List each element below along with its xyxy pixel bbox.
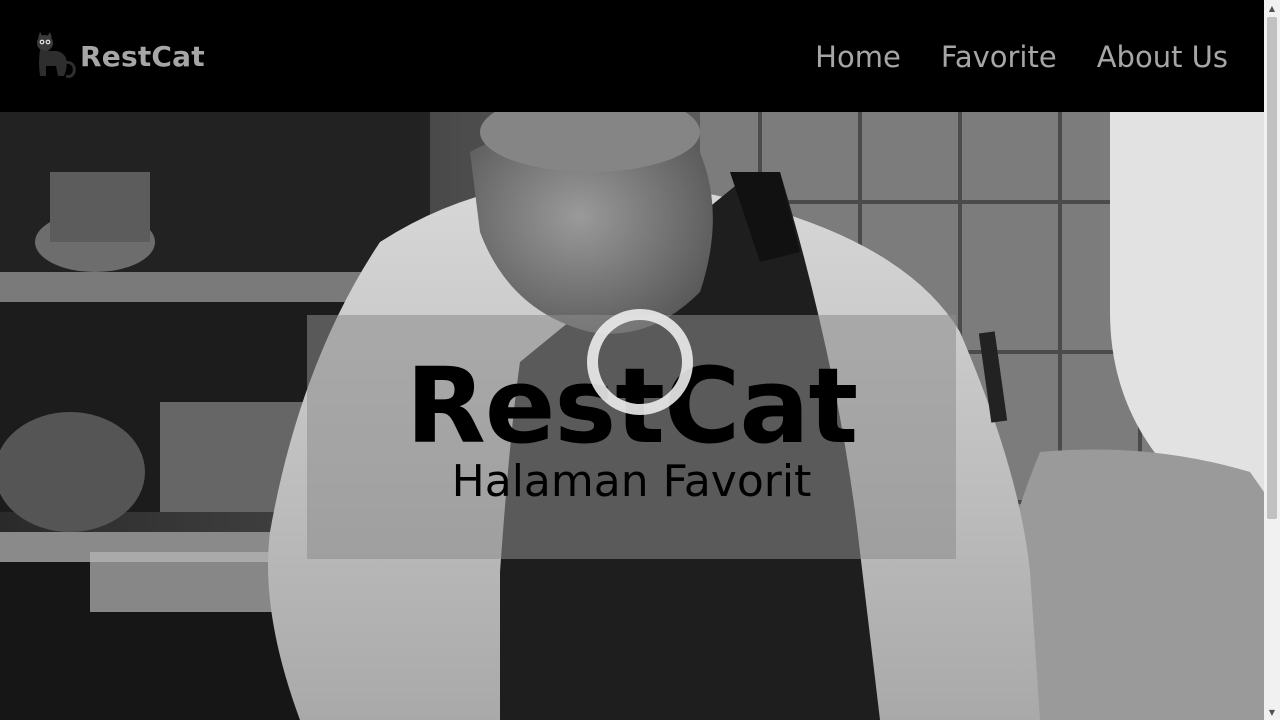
nav-about-us-link[interactable]: About Us — [1097, 40, 1228, 74]
hero-subtitle: Halaman Favorit — [451, 456, 812, 507]
scroll-down-arrow-icon[interactable]: ▼ — [1264, 704, 1280, 720]
hero-section: RestCat Halaman Favorit — [0, 112, 1264, 720]
page: RestCat Home Favorite About Us RestCat H… — [0, 0, 1264, 720]
app-header: RestCat Home Favorite About Us — [0, 0, 1264, 112]
brand-link[interactable]: RestCat — [34, 32, 205, 80]
nav-favorite-link[interactable]: Favorite — [941, 40, 1057, 74]
main-nav: Home Favorite About Us — [815, 40, 1228, 74]
loading-spinner-icon — [587, 309, 693, 415]
scroll-thumb[interactable] — [1267, 17, 1277, 519]
scroll-up-arrow-icon[interactable]: ▲ — [1264, 0, 1280, 16]
page-scrollbar[interactable]: ▲ ▼ — [1264, 0, 1280, 720]
brand-name: RestCat — [80, 39, 205, 73]
nav-home-link[interactable]: Home — [815, 40, 901, 74]
cat-logo-icon — [37, 32, 76, 78]
